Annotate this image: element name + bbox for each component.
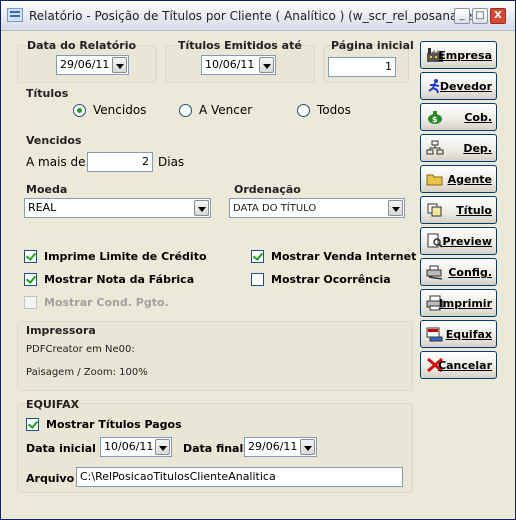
devedor-button[interactable]: Devedor bbox=[420, 72, 497, 100]
mostrar-venda-internet-label: Mostrar Venda Internet bbox=[271, 250, 417, 263]
radio-a-vencer-label: A Vencer bbox=[199, 103, 253, 117]
money-bag-icon: $ bbox=[428, 111, 442, 124]
window-title: Relatório - Posição de Títulos por Clien… bbox=[29, 9, 485, 23]
radio-todos[interactable] bbox=[297, 104, 310, 117]
close-button[interactable]: X bbox=[490, 8, 506, 24]
maximize-button[interactable]: □ bbox=[472, 8, 488, 24]
imprime-limite-checkbox[interactable] bbox=[24, 250, 37, 263]
mostrar-titulos-pagos-label: Mostrar Títulos Pagos bbox=[46, 418, 182, 431]
ordenacao-value: DATA DO TÍTULO bbox=[233, 203, 317, 214]
printer-name: PDFCreator em Ne00: bbox=[26, 344, 135, 355]
mostrar-cond-pgto-label: Mostrar Cond. Pgto. bbox=[44, 296, 169, 309]
cob-button-label: Cob. bbox=[464, 111, 492, 124]
radio-vencidos-label: Vencidos bbox=[93, 103, 147, 117]
imprimir-button[interactable]: Imprimir bbox=[420, 289, 497, 317]
chevron-down-icon[interactable] bbox=[194, 200, 209, 216]
minimize-button[interactable]: _ bbox=[454, 8, 470, 24]
mostrar-titulos-pagos-checkbox[interactable] bbox=[26, 418, 39, 431]
empresa-button[interactable]: Empresa bbox=[420, 41, 497, 69]
agente-button[interactable]: Agente bbox=[420, 165, 497, 193]
vencidos-days-input[interactable]: 2 bbox=[87, 152, 153, 172]
equifax-file-input[interactable]: C:\RelPosicaoTitulosClienteAnalitica bbox=[76, 467, 403, 487]
mostrar-cond-pgto-checkbox[interactable] bbox=[24, 296, 37, 309]
equifax-end-dropdown[interactable]: 29/06/11 bbox=[244, 437, 317, 457]
documents-icon bbox=[427, 203, 442, 217]
equifax-label: EQUIFAX bbox=[26, 398, 80, 411]
config-button-label: Config. bbox=[448, 266, 492, 279]
moeda-label: Moeda bbox=[26, 183, 68, 196]
report-date-label: Data do Relatório bbox=[27, 39, 137, 52]
report-window: Relatório - Posição de Títulos por Clien… bbox=[0, 0, 516, 520]
mostrar-ocorrencia-label: Mostrar Ocorrência bbox=[271, 273, 391, 286]
chevron-down-icon[interactable] bbox=[388, 200, 403, 216]
preview-button[interactable]: Preview bbox=[420, 227, 497, 255]
dep-button-label: Dep. bbox=[463, 142, 492, 155]
radio-vencidos[interactable] bbox=[73, 104, 86, 117]
equifax-end-value: 29/06/11 bbox=[248, 440, 298, 453]
moeda-value: REAL bbox=[28, 201, 57, 214]
printer-config-icon bbox=[426, 265, 443, 280]
vencidos-prefix: A mais de bbox=[26, 155, 86, 169]
equifax-button-label: Equifax bbox=[445, 328, 492, 341]
issued-until-label: Títulos Emitidos até bbox=[178, 39, 302, 52]
titulo-button[interactable]: Título bbox=[420, 196, 497, 224]
chevron-down-icon[interactable] bbox=[259, 57, 274, 73]
report-date-value: 29/06/11 bbox=[60, 58, 110, 71]
preview-icon bbox=[427, 233, 443, 248]
chevron-down-icon[interactable] bbox=[300, 439, 315, 455]
impressora-label: Impressora bbox=[26, 324, 96, 337]
moeda-dropdown[interactable]: REAL bbox=[24, 198, 211, 218]
folder-icon bbox=[426, 174, 443, 186]
cancelar-button[interactable]: Cancelar bbox=[420, 351, 497, 379]
org-chart-icon bbox=[426, 140, 444, 155]
vencidos-label: Vencidos bbox=[26, 134, 82, 147]
chevron-down-icon[interactable] bbox=[112, 57, 127, 73]
printer-layout: Paisagem / Zoom: 100% bbox=[26, 367, 148, 378]
mostrar-nota-fabrica-checkbox[interactable] bbox=[24, 273, 37, 286]
agente-button-label: Agente bbox=[447, 173, 492, 186]
equifax-end-label: Data final : bbox=[183, 442, 252, 455]
window-icon bbox=[7, 8, 23, 22]
imprimir-button-label: Imprimir bbox=[438, 297, 492, 310]
radio-a-vencer[interactable] bbox=[179, 104, 192, 117]
equifax-icon bbox=[426, 327, 443, 342]
equifax-start-label: Data inicial : bbox=[26, 442, 105, 455]
mostrar-venda-internet-checkbox[interactable] bbox=[251, 250, 264, 263]
cob-button[interactable]: $ Cob. bbox=[420, 103, 497, 131]
config-button[interactable]: Config. bbox=[420, 258, 497, 286]
equifax-file-label: Arquivo : bbox=[26, 472, 83, 485]
empresa-button-label: Empresa bbox=[438, 49, 492, 62]
equifax-start-value: 10/06/11 bbox=[104, 440, 154, 453]
titulo-button-label: Título bbox=[456, 204, 492, 217]
start-page-label: Página inicial bbox=[331, 39, 414, 52]
start-page-input[interactable]: 1 bbox=[328, 57, 396, 77]
ordenacao-dropdown[interactable]: DATA DO TÍTULO bbox=[229, 198, 405, 218]
issued-until-value: 10/06/11 bbox=[205, 58, 255, 71]
chevron-down-icon[interactable] bbox=[155, 439, 170, 455]
vencidos-suffix: Dias bbox=[158, 155, 185, 169]
preview-button-label: Preview bbox=[442, 235, 492, 248]
dep-button[interactable]: Dep. bbox=[420, 134, 497, 162]
issued-until-dropdown[interactable]: 10/06/11 bbox=[201, 55, 276, 75]
mostrar-ocorrencia-checkbox[interactable] bbox=[251, 273, 264, 286]
cancelar-button-label: Cancelar bbox=[438, 359, 492, 372]
svg-text:$: $ bbox=[432, 115, 438, 124]
titulos-label: Títulos bbox=[26, 87, 69, 100]
ordenacao-label: Ordenação bbox=[234, 183, 301, 196]
mostrar-nota-fabrica-label: Mostrar Nota da Fábrica bbox=[44, 273, 195, 286]
radio-todos-label: Todos bbox=[317, 103, 351, 117]
report-date-dropdown[interactable]: 29/06/11 bbox=[56, 55, 129, 75]
imprime-limite-label: Imprime Limite de Crédito bbox=[44, 250, 207, 263]
devedor-button-label: Devedor bbox=[439, 80, 492, 93]
title-bar: Relatório - Posição de Títulos por Clien… bbox=[1, 1, 515, 31]
equifax-button[interactable]: Equifax bbox=[420, 320, 497, 348]
equifax-start-dropdown[interactable]: 10/06/11 bbox=[100, 437, 172, 457]
